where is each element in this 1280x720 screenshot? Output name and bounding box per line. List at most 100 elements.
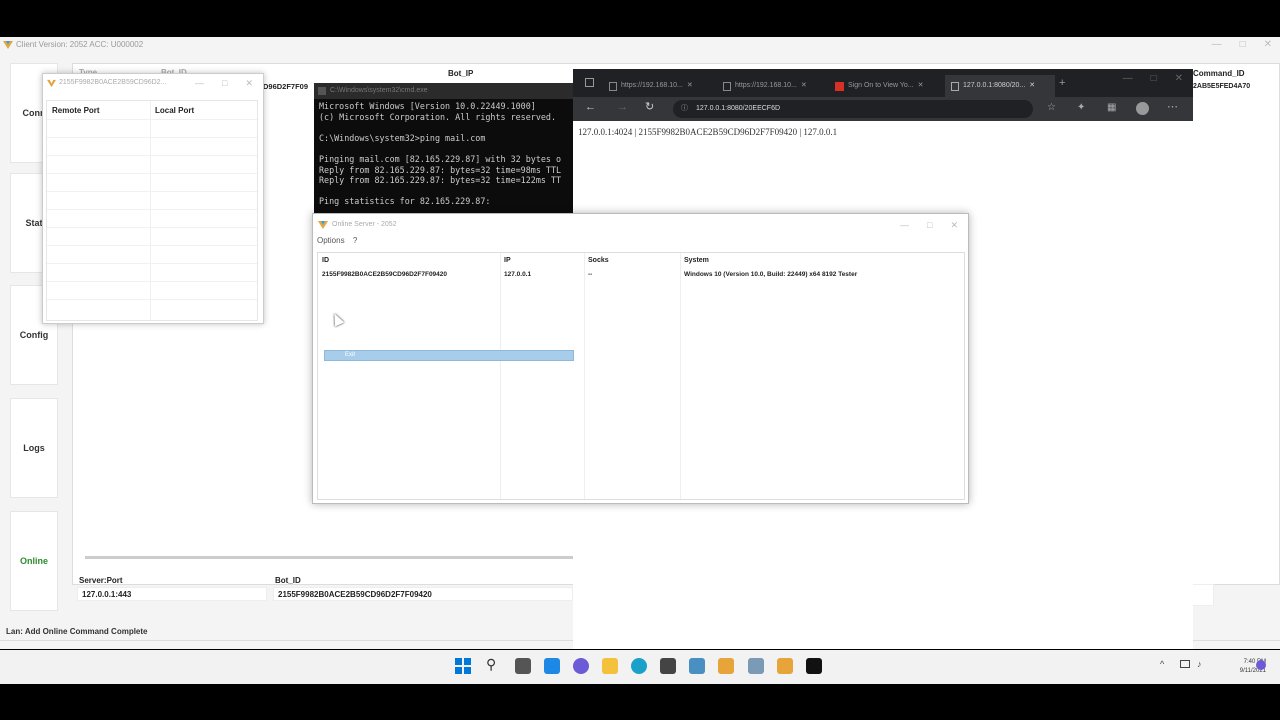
maximize-icon[interactable]: □ <box>1151 73 1157 84</box>
grid-cell-bot-id[interactable]: D96D2F7F09 <box>263 82 308 91</box>
row-line <box>47 137 257 138</box>
edge-icon[interactable] <box>631 658 647 674</box>
menu-options[interactable]: Options <box>317 236 345 245</box>
row-line <box>47 209 257 210</box>
site-favicon-icon <box>835 81 844 91</box>
table-row[interactable]: 2155F9982B0ACE2B59CD96D2F7F09420 127.0.0… <box>318 269 964 279</box>
column-header-local-port[interactable]: Local Port <box>155 106 194 115</box>
online-bots-table[interactable]: ID IP Socks System 2155F9982B0ACE2B59CD9… <box>317 252 965 500</box>
cell-ip: 127.0.0.1 <box>504 271 532 278</box>
page-content-text: 127.0.0.1:4024 | 2155F9982B0ACE2B59CD96D… <box>578 127 838 137</box>
column-header-bot-ip[interactable]: Bot_IP <box>448 69 473 78</box>
forward-icon[interactable]: → <box>617 101 628 113</box>
close-icon[interactable]: ✕ <box>1175 73 1183 84</box>
maximize-icon[interactable]: □ <box>222 74 227 92</box>
row-line <box>47 263 257 264</box>
close-icon[interactable]: ✕ <box>801 76 807 96</box>
widgets-icon[interactable] <box>544 658 560 674</box>
minimize-icon[interactable]: — <box>195 74 204 92</box>
row-line <box>47 299 257 300</box>
search-icon[interactable]: ⚲ <box>486 656 496 673</box>
tab-4[interactable]: 127.0.0.1:8080/20... ✕ <box>945 75 1055 97</box>
volume-icon[interactable]: ♪ <box>1197 659 1202 669</box>
minimize-icon[interactable]: — <box>1212 37 1222 53</box>
cmd-window: C:\Windows\system32\cmd.exe Microsoft Wi… <box>314 83 576 213</box>
horizontal-scrollbar[interactable] <box>85 556 575 559</box>
ports-window: 2155F9982B0ACE2B59CD96D2... — □ ✕ Remote… <box>42 73 264 324</box>
app-icon[interactable] <box>748 658 764 674</box>
chevron-up-icon[interactable]: ^ <box>1160 659 1164 669</box>
app-icon[interactable] <box>689 658 705 674</box>
sidebar-item-label: Logs <box>23 443 45 453</box>
tab-label: https://192.168.10... <box>621 82 683 89</box>
start-icon[interactable] <box>455 658 471 674</box>
notification-icon[interactable] <box>1256 660 1266 670</box>
close-icon[interactable]: ✕ <box>687 76 693 96</box>
terminal-icon[interactable] <box>806 658 822 674</box>
tab-1[interactable]: https://192.168.10... ✕ <box>609 75 713 97</box>
column-divider <box>584 253 585 499</box>
sidebar-item-logs[interactable]: Logs <box>10 398 58 498</box>
tab-3[interactable]: Sign On to View Yo... ✕ <box>835 75 939 97</box>
column-header-command-id[interactable]: Command_ID <box>1193 69 1245 78</box>
column-header-system[interactable]: System <box>684 257 709 264</box>
close-icon[interactable]: ✕ <box>1029 76 1035 96</box>
column-header-remote-port[interactable]: Remote Port <box>52 106 100 115</box>
column-header-id[interactable]: ID <box>322 257 329 264</box>
app-logo-icon <box>3 41 13 49</box>
ports-list[interactable]: Remote Port Local Port <box>46 100 258 321</box>
cmd-line: C:\Windows\system32>ping mail.com <box>319 132 486 143</box>
minimize-icon[interactable]: — <box>1123 73 1133 84</box>
ports-title: 2155F9982B0ACE2B59CD96D2... <box>59 79 167 86</box>
online-server-window: Online Server - 2052 — □ ✕ Options ? ID … <box>312 213 969 504</box>
close-icon[interactable]: ✕ <box>245 74 253 92</box>
row-line <box>47 227 257 228</box>
sidebar-item-label: Online <box>19 556 48 566</box>
chat-icon[interactable] <box>573 658 589 674</box>
column-header-ip[interactable]: IP <box>504 257 511 264</box>
favorites-icon[interactable]: ☆ <box>1047 102 1056 113</box>
network-icon[interactable] <box>1180 660 1190 668</box>
client-app-icon[interactable] <box>777 658 793 674</box>
column-divider <box>500 253 501 499</box>
grid-cell-command-id[interactable]: 2AB5E5FED4A70 <box>1193 83 1250 90</box>
row-line <box>47 173 257 174</box>
maximize-icon[interactable]: □ <box>1240 37 1246 53</box>
client-app-icon[interactable] <box>718 658 734 674</box>
bot-id-field[interactable]: 2155F9982B0ACE2B59CD96D2F7F09420 <box>273 587 573 601</box>
close-icon[interactable]: ✕ <box>918 76 924 96</box>
cmd-icon <box>318 87 326 95</box>
task-view-icon[interactable] <box>515 658 531 674</box>
menu-icon[interactable]: ⋯ <box>1167 100 1178 113</box>
column-divider <box>680 253 681 499</box>
minimize-icon[interactable]: — <box>900 214 909 236</box>
close-icon[interactable]: ✕ <box>1264 37 1272 53</box>
context-menu-item-exit[interactable]: Exit <box>324 350 574 361</box>
app-logo-icon <box>318 221 328 229</box>
tab-2[interactable]: https://192.168.10... ✕ <box>723 75 827 97</box>
address-bar[interactable]: ⓘ 127.0.0.1:8080/20EECF6D <box>673 100 1033 118</box>
browser-window-controls: — □ ✕ <box>1123 73 1183 84</box>
reload-icon[interactable]: ↻ <box>645 100 654 113</box>
extensions-icon[interactable]: ▦ <box>1107 102 1116 113</box>
store-icon[interactable] <box>660 658 676 674</box>
sidebar-item-online[interactable]: Online <box>10 511 58 611</box>
cell-socks: -- <box>588 271 593 278</box>
collections-icon[interactable]: ✦ <box>1077 102 1085 113</box>
profile-avatar[interactable] <box>1136 102 1149 115</box>
page-icon <box>951 81 959 91</box>
file-explorer-icon[interactable] <box>602 658 618 674</box>
browser-tab-strip: https://192.168.10... ✕ https://192.168.1… <box>573 69 1193 97</box>
menu-help[interactable]: ? <box>353 236 357 245</box>
close-icon[interactable]: ✕ <box>950 214 958 236</box>
column-header-socks[interactable]: Socks <box>588 257 609 264</box>
maximize-icon[interactable]: □ <box>927 214 932 236</box>
server-port-field[interactable]: 127.0.0.1:443 <box>77 587 267 601</box>
tab-actions-icon[interactable] <box>585 78 594 87</box>
sidebar-item-label: Stat <box>25 218 43 228</box>
tab-label: https://192.168.10... <box>735 82 797 89</box>
info-icon: ⓘ <box>681 105 688 112</box>
back-icon[interactable]: ← <box>585 101 596 113</box>
cmd-output: Microsoft Windows [Version 10.0.22449.10… <box>319 101 561 207</box>
new-tab-icon[interactable]: + <box>1059 77 1065 89</box>
